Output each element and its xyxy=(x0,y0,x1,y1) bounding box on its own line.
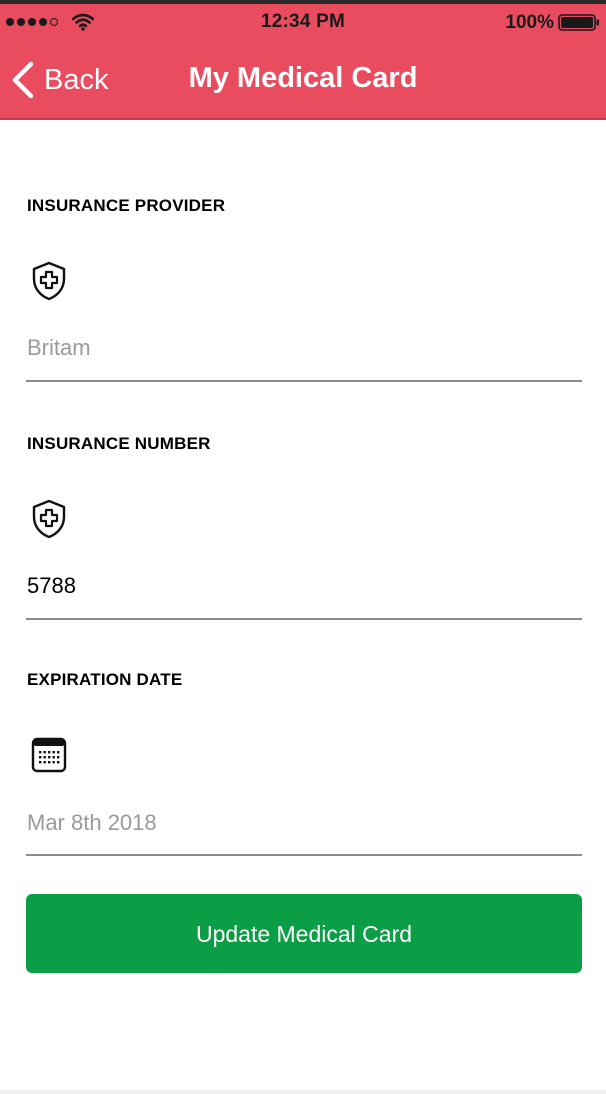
insurance-number-underline xyxy=(26,618,582,620)
expiration-date-label: EXPIRATION DATE xyxy=(27,670,183,689)
insurance-number-label: INSURANCE NUMBER xyxy=(27,434,211,453)
medical-shield-icon xyxy=(32,261,66,301)
status-bar: 12:34 PM 100% xyxy=(0,4,606,40)
battery-percentage: 100% xyxy=(505,12,554,33)
page-title: My Medical Card xyxy=(188,62,418,94)
insurance-provider-label: INSURANCE PROVIDER xyxy=(27,196,226,215)
header-bar: 12:34 PM 100% Back My Medical Card xyxy=(0,4,606,120)
battery-icon xyxy=(558,14,599,31)
update-medical-card-button[interactable]: Update Medical Card xyxy=(26,894,582,973)
insurance-number-input[interactable] xyxy=(26,566,584,606)
insurance-provider-input[interactable] xyxy=(26,328,584,368)
insurance-provider-underline xyxy=(26,380,582,382)
calendar-icon xyxy=(31,737,67,773)
expiration-date-field[interactable]: Mar 8th 2018 xyxy=(27,810,157,836)
medical-shield-icon xyxy=(32,499,66,539)
expiration-date-underline xyxy=(26,854,582,856)
bottom-divider xyxy=(0,1090,606,1094)
